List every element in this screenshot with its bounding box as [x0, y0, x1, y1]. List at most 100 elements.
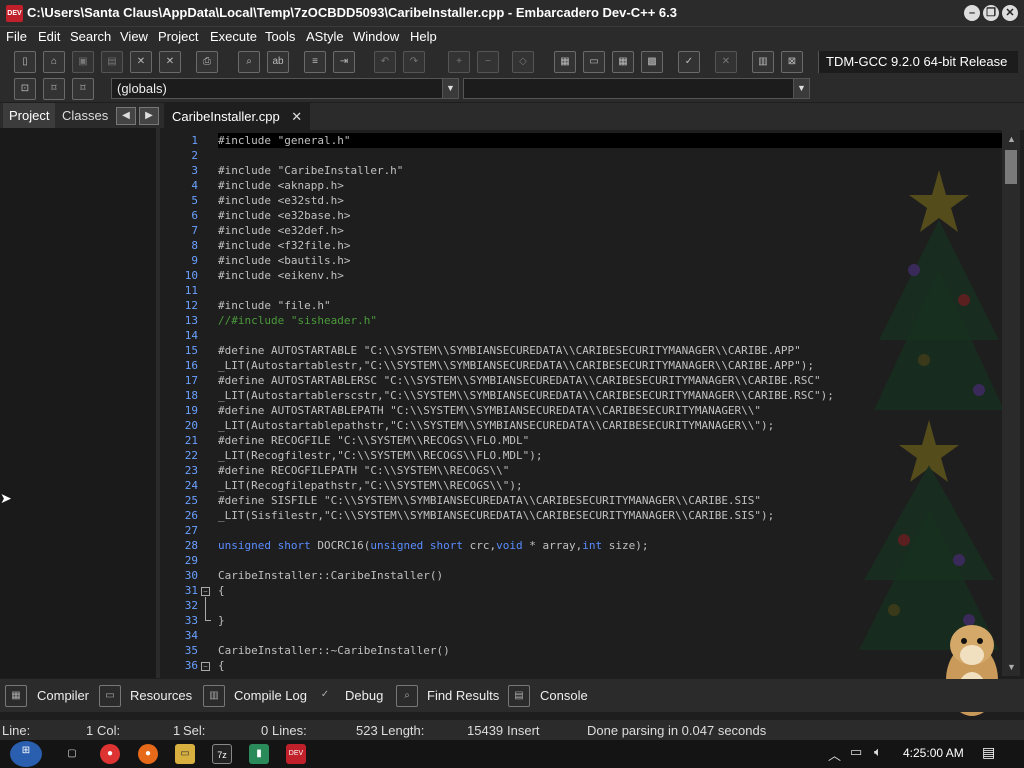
- tab-caribeinstaller-cpp[interactable]: CaribeInstaller.cpp ✕: [164, 103, 311, 130]
- tray-chevron-up-icon[interactable]: ︿: [828, 745, 841, 764]
- line-number: 2: [191, 149, 198, 162]
- code-token: CaribeInstaller::~CaribeInstaller(): [218, 644, 450, 657]
- menu-search[interactable]: Search: [70, 29, 111, 44]
- bookmark-list-icon[interactable]: ⌑: [72, 78, 94, 100]
- code-editor[interactable]: 1 2 3 4 5 6 7 8 9 10 11 12 13 14 15 16 17 18 19 20 21 22 23 24 2…: [164, 130, 1022, 676]
- tab-next-button[interactable]: ▶: [139, 107, 159, 125]
- scope-combo[interactable]: (globals) ▼: [111, 78, 459, 99]
- print-icon[interactable]: ⎙: [196, 51, 218, 73]
- tab-compiler-label: Compiler: [37, 688, 90, 703]
- project-tree-panel[interactable]: [0, 128, 160, 678]
- replace-icon[interactable]: ab: [267, 51, 289, 73]
- status-sel-value: 0: [261, 723, 269, 738]
- grid-large-icon[interactable]: ▦: [554, 51, 576, 73]
- remove-file-icon[interactable]: −: [477, 51, 499, 73]
- comment-icon[interactable]: ≡: [304, 51, 326, 73]
- chevron-down-icon[interactable]: ▼: [442, 79, 458, 98]
- title-bar: DEV C:\Users\Santa Claus\AppData\Local\T…: [0, 0, 1024, 27]
- network-icon[interactable]: ▭: [850, 744, 862, 760]
- project-options-icon[interactable]: ◇: [512, 51, 534, 73]
- grid-icon[interactable]: ▦: [612, 51, 634, 73]
- tab-console-label: Console: [540, 688, 588, 703]
- fold-toggle-icon[interactable]: −: [201, 662, 210, 671]
- tab-resources[interactable]: ▭ Resources: [99, 679, 194, 712]
- line-number: 22: [184, 449, 198, 462]
- chevron-down-icon[interactable]: ▼: [793, 79, 809, 98]
- member-combo[interactable]: ▼: [463, 78, 810, 99]
- indent-icon[interactable]: ⇥: [333, 51, 355, 73]
- console-icon: ▤: [508, 685, 530, 707]
- firefox-icon[interactable]: ●: [138, 744, 158, 764]
- save-all-icon[interactable]: ▤: [101, 51, 123, 73]
- chrome-icon[interactable]: ●: [100, 744, 120, 764]
- minimize-button[interactable]: –: [964, 5, 980, 21]
- scroll-thumb[interactable]: [1005, 150, 1017, 184]
- check-syntax-icon[interactable]: ✓: [678, 51, 700, 73]
- code-line[interactable]: {: [218, 658, 1008, 673]
- code-token: _LIT(Autostartablepathstr,"C:\\SYSTEM\\S…: [218, 419, 775, 432]
- notifications-icon[interactable]: ▤: [982, 744, 995, 761]
- tab-find-results[interactable]: ⌕ Find Results: [396, 679, 501, 712]
- line-number: 14: [184, 329, 198, 342]
- tab-project[interactable]: Project: [3, 103, 56, 128]
- close-file-icon[interactable]: ✕: [130, 51, 152, 73]
- goto-declaration-icon[interactable]: ⊡: [14, 78, 36, 100]
- close-all-icon[interactable]: ✕: [159, 51, 181, 73]
- redo-icon[interactable]: ↷: [403, 51, 425, 73]
- new-project-icon[interactable]: +: [448, 51, 470, 73]
- vertical-scrollbar[interactable]: ▲ ▼: [1002, 130, 1020, 676]
- profile-icon[interactable]: ▥: [752, 51, 774, 73]
- scroll-down-icon[interactable]: ▼: [1007, 662, 1016, 672]
- undo-icon[interactable]: ↶: [374, 51, 396, 73]
- 7zip-icon[interactable]: 7z: [212, 744, 232, 764]
- tab-classes[interactable]: Classes: [56, 103, 114, 128]
- tab-debug[interactable]: ✓ Debug: [314, 679, 389, 712]
- resources-icon: ▭: [99, 685, 121, 707]
- devcpp-taskbar-icon[interactable]: DEV: [286, 744, 306, 764]
- line-number: 17: [184, 374, 198, 387]
- menu-edit[interactable]: Edit: [38, 29, 60, 44]
- new-file-icon[interactable]: ▯: [14, 51, 36, 73]
- file-explorer-icon[interactable]: ▭: [175, 744, 195, 764]
- menu-astyle[interactable]: AStyle: [306, 29, 344, 44]
- task-view-icon[interactable]: ▢: [62, 744, 82, 764]
- app-icon[interactable]: ▮: [249, 744, 269, 764]
- close-button[interactable]: ✕: [1002, 5, 1018, 21]
- tab-console[interactable]: ▤ Console: [508, 679, 588, 712]
- line-number: 13: [184, 314, 198, 327]
- window-title: C:\Users\Santa Claus\AppData\Local\Temp\…: [27, 5, 677, 20]
- close-tab-icon[interactable]: ✕: [291, 109, 302, 124]
- status-line-label: Line:: [2, 723, 31, 738]
- delete-profile-icon[interactable]: ⊠: [781, 51, 803, 73]
- tiles-icon[interactable]: ▩: [641, 51, 663, 73]
- menu-window[interactable]: Window: [353, 29, 399, 44]
- menu-file[interactable]: File: [6, 29, 27, 44]
- menu-help[interactable]: Help: [410, 29, 437, 44]
- start-button-icon[interactable]: ⊞: [10, 741, 42, 767]
- bookmark-icon[interactable]: ⌑: [43, 78, 65, 100]
- code-token: }: [218, 614, 225, 627]
- scroll-up-icon[interactable]: ▲: [1007, 134, 1016, 144]
- tab-prev-button[interactable]: ◀: [116, 107, 136, 125]
- volume-icon[interactable]: 🔈︎: [874, 744, 882, 760]
- tab-compiler[interactable]: ▦ Compiler: [5, 679, 90, 712]
- menu-view[interactable]: View: [120, 29, 148, 44]
- save-icon[interactable]: ▣: [72, 51, 94, 73]
- code-line[interactable]: #include "general.h": [218, 133, 1008, 148]
- code-token: #include "general.h": [218, 134, 351, 147]
- fold-toggle-icon[interactable]: −: [201, 587, 210, 596]
- line-number: 18: [184, 389, 198, 402]
- open-icon[interactable]: ⌂: [43, 51, 65, 73]
- clock[interactable]: 4:25:00 AM: [903, 746, 964, 760]
- tab-debug-label: Debug: [345, 688, 384, 703]
- maximize-button[interactable]: ❐: [983, 5, 999, 21]
- window-icon[interactable]: ▭: [583, 51, 605, 73]
- menu-tools[interactable]: Tools: [265, 29, 295, 44]
- compiler-select[interactable]: TDM-GCC 9.2.0 64-bit Release: [818, 51, 1018, 73]
- file-tab-label: CaribeInstaller.cpp: [172, 109, 280, 124]
- find-icon[interactable]: ⌕: [238, 51, 260, 73]
- menu-project[interactable]: Project: [158, 29, 198, 44]
- stop-execution-icon[interactable]: ✕: [715, 51, 737, 73]
- menu-execute[interactable]: Execute: [210, 29, 257, 44]
- tab-compile-log[interactable]: ▥ Compile Log: [203, 679, 308, 712]
